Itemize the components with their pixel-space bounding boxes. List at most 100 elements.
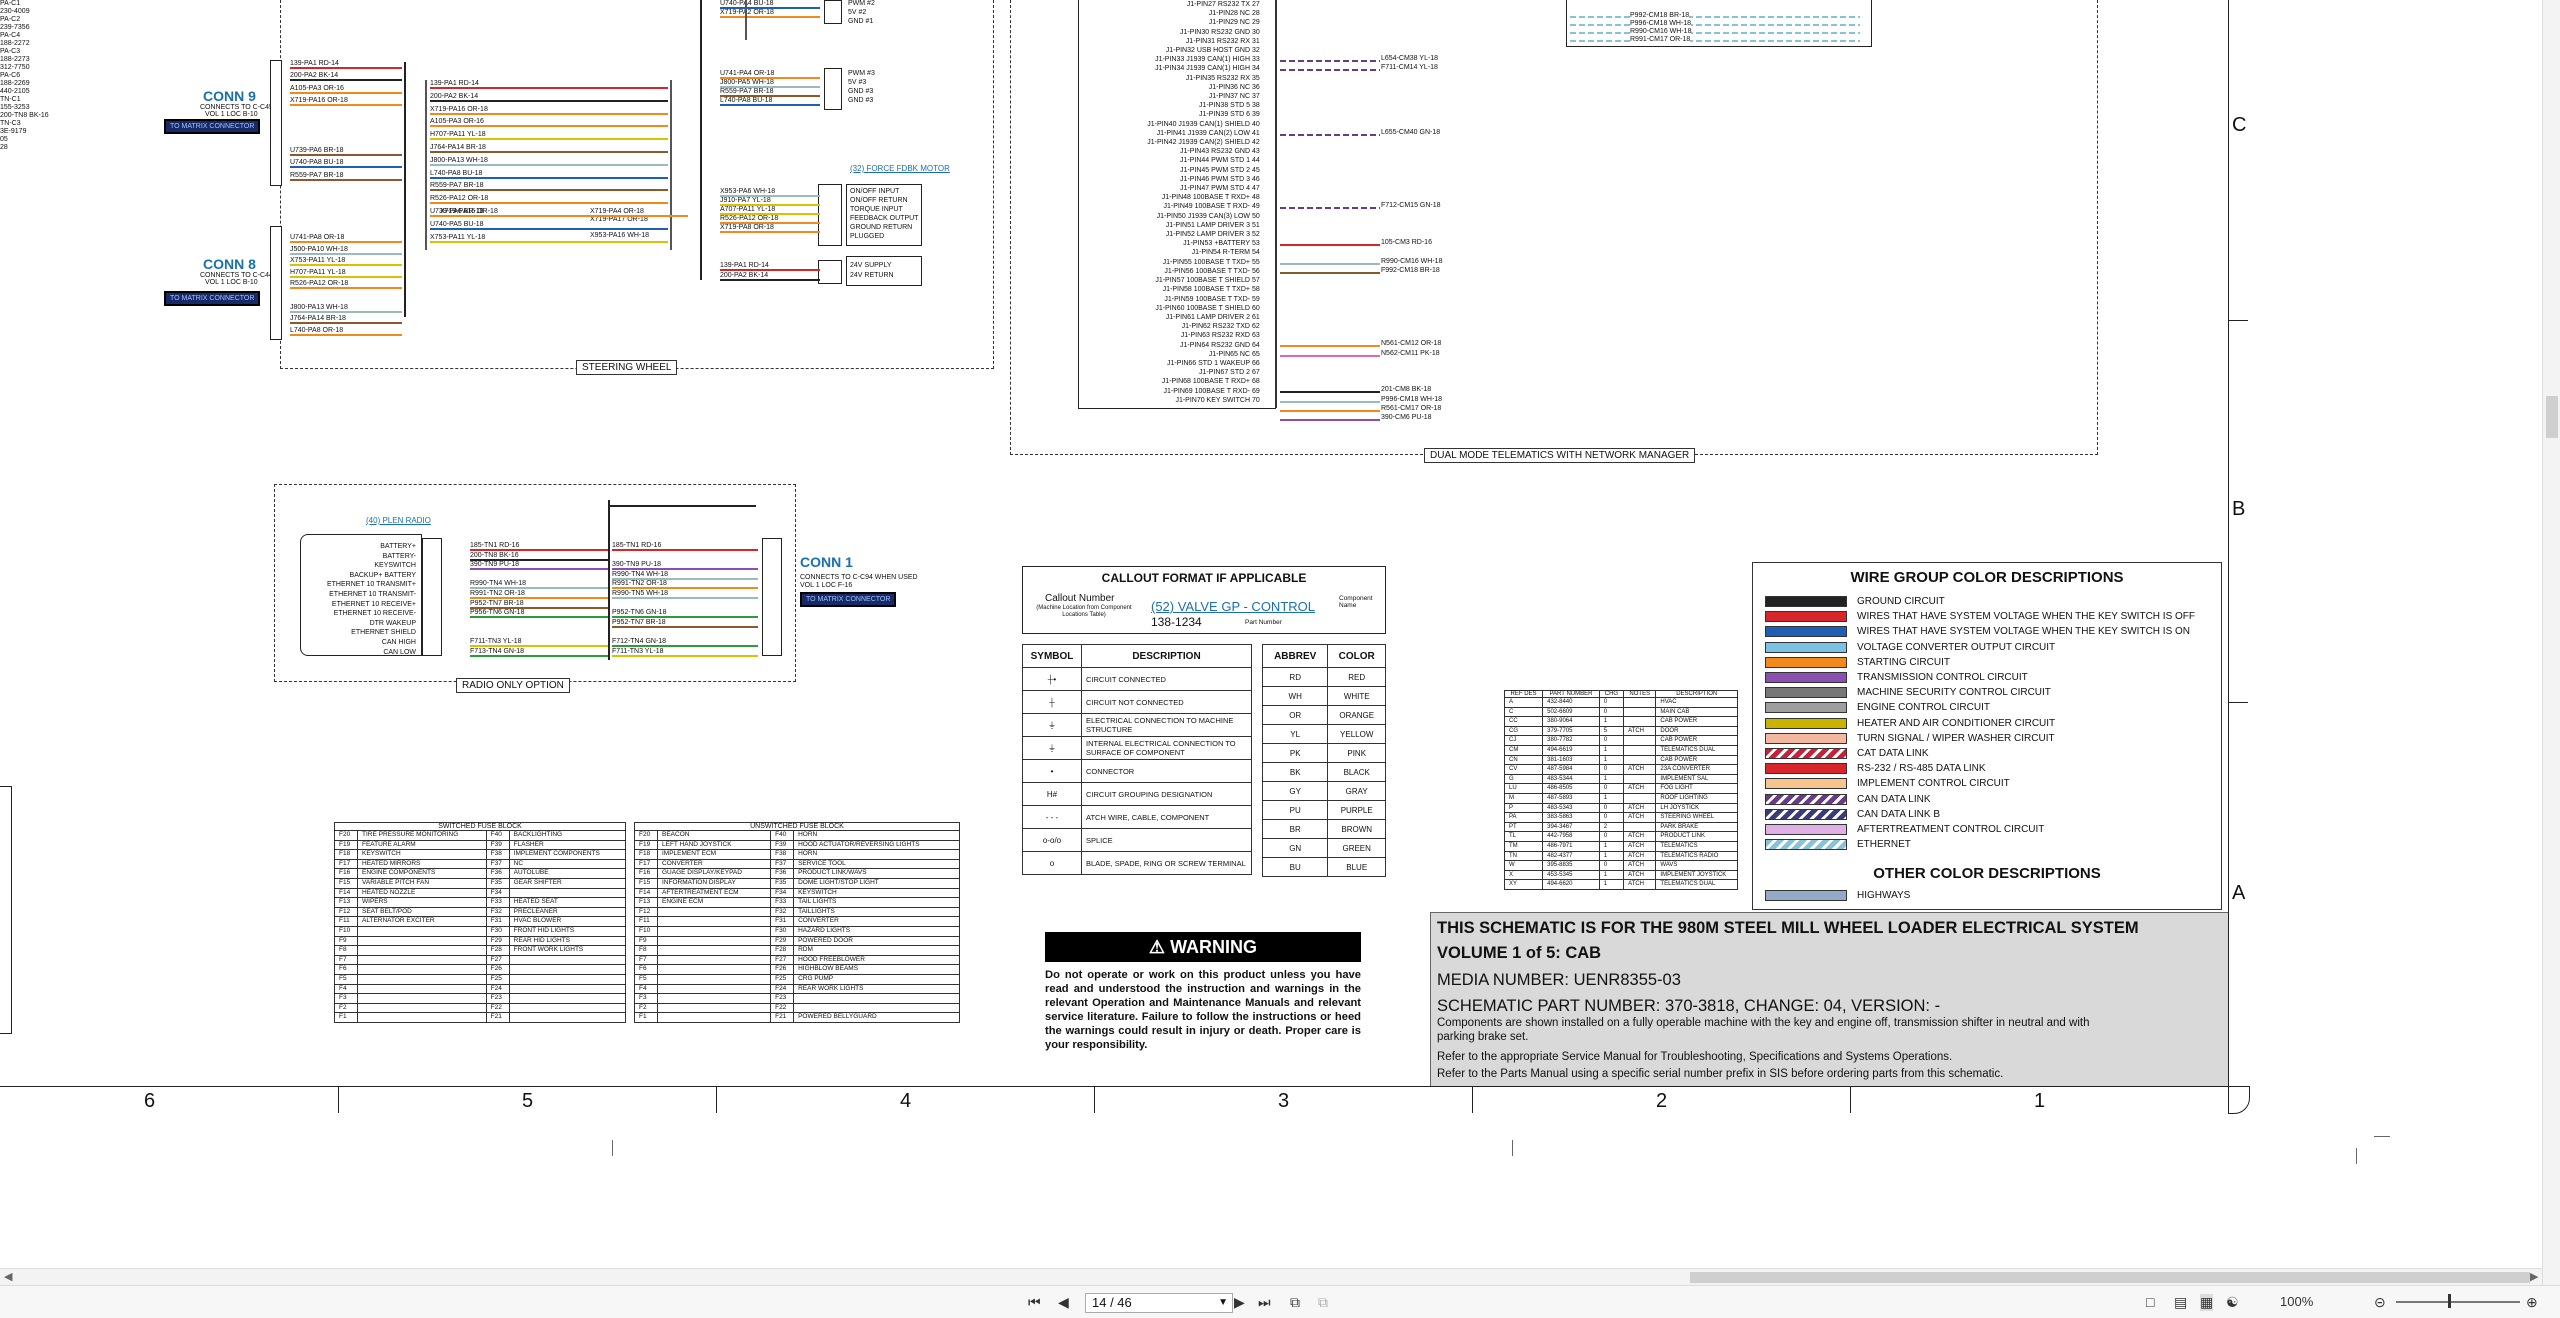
wire-group-row: AFTERTREATMENT CONTROL CIRCUIT xyxy=(1765,823,2044,836)
force-feedback-motor-link[interactable]: (32) FORCE FDBK MOTOR xyxy=(850,164,950,174)
two-page-view-icon[interactable]: ▦ xyxy=(2200,1294,2214,1311)
horizontal-scrollbar[interactable]: ◀ ▶ xyxy=(0,1268,2542,1286)
telematics-pin: J1-PIN64 RS232 GND xyxy=(1179,341,1250,349)
wire-line xyxy=(720,104,820,106)
fuse-id: F26 xyxy=(485,964,510,975)
other-color-label: HIGHWAYS xyxy=(1857,890,1911,901)
scroll-left-arrow-icon[interactable]: ◀ xyxy=(4,1270,12,1283)
zoom-slider[interactable] xyxy=(2396,1301,2520,1303)
ref-cell: 0 xyxy=(1598,764,1625,775)
copy-page-icon[interactable]: ⧉ xyxy=(1290,1294,1300,1311)
abbrev-code: GY xyxy=(1261,781,1329,801)
conn8-matrix-link[interactable]: TO MATRIX CONNECTOR xyxy=(164,291,261,306)
telematics-pin: J1-PIN53 +BATTERY xyxy=(1183,240,1250,248)
telematics-pin-numbers: 27 28 29 30 31 32 33 34 35 36 37 38 39 40 41 42 43 44 45 46… xyxy=(1252,0,1270,405)
telematics-pin-number: 54 xyxy=(1252,249,1260,257)
radio-pin: ETHERNET 10 RECEIVE+ xyxy=(331,600,416,608)
zoom-slider-handle[interactable] xyxy=(2448,1294,2451,1308)
zoom-out-icon[interactable]: ⊝ xyxy=(2374,1294,2386,1311)
fit-view-icon[interactable]: ☯ xyxy=(2226,1294,2239,1311)
wire-label: P996-CM18 WH-18 xyxy=(1630,20,1692,28)
conn9-matrix-link[interactable]: TO MATRIX CONNECTOR xyxy=(164,119,261,134)
next-page-icon[interactable]: ▶ xyxy=(1234,1294,1245,1311)
single-page-view-icon[interactable]: □ xyxy=(2146,1294,2154,1310)
scroll-thumb[interactable] xyxy=(1690,1272,2530,1283)
first-page-icon[interactable]: ⏮ xyxy=(1028,1294,1041,1311)
radio-pin: CAN HIGH xyxy=(381,639,416,646)
fuse-description xyxy=(656,906,772,918)
abbrev-color: PINK xyxy=(1327,743,1386,763)
radio-component-link[interactable]: (40) PLEN RADIO xyxy=(366,516,431,526)
wire-label: F712-CM15 GN-18 xyxy=(1380,202,1442,211)
scroll-right-arrow-icon[interactable]: ▶ xyxy=(2530,1270,2538,1283)
fuse-description xyxy=(656,945,772,956)
telematics-pin-number: 52 xyxy=(1252,231,1260,239)
telematics-pin: J1-PIN57 100BASE T SHIELD xyxy=(1155,277,1250,285)
zoom-in-icon[interactable]: ⊕ xyxy=(2526,1294,2538,1311)
wire-color-swatch xyxy=(1765,890,1847,901)
wire-line xyxy=(720,16,820,18)
wire-group-label: MACHINE SECURITY CONTROL CIRCUIT xyxy=(1857,687,2051,699)
wire-line xyxy=(612,549,758,551)
last-page-icon[interactable]: ⏭ xyxy=(1258,1294,1271,1311)
wire-label: N561-CM12 OR-18 xyxy=(1380,340,1443,349)
scroll-thumb[interactable] xyxy=(2546,396,2558,438)
symbol-row: o BLADE, SPADE, RING OR SCREW TERMINAL xyxy=(1022,851,1252,875)
page-marker xyxy=(612,1140,613,1156)
conn1-matrix-link[interactable]: TO MATRIX CONNECTOR xyxy=(800,592,897,607)
ref-cell: TELEMATICS RADIO xyxy=(1655,850,1738,862)
fuse-id: F5 xyxy=(634,973,658,985)
ref-cell xyxy=(1623,744,1657,756)
telematics-pin: J1-PIN50 J1939 CAN(3) LOW xyxy=(1156,212,1250,220)
ref-row: CM 494-6619 1 TELEMATICS DUAL xyxy=(1503,744,1738,756)
zoom-level[interactable]: 100% xyxy=(2280,1294,2313,1309)
ref-cell: C xyxy=(1503,706,1544,718)
telematics-top-wire xyxy=(1570,24,1860,26)
fuse-row: F7 F27 xyxy=(334,954,627,966)
radio-pin: ETHERNET 10 RECEIVE- xyxy=(333,610,416,618)
wire-label: L654-CM38 YL-18 xyxy=(1380,55,1440,64)
pin-label: TORQUE INPUT xyxy=(850,206,903,213)
fuse-id: F21 xyxy=(485,1012,510,1023)
fuse-id: F4 xyxy=(334,983,358,995)
telematics-pin-number: 43 xyxy=(1252,148,1260,156)
fuse-id: F26 xyxy=(770,964,795,975)
wire-line xyxy=(290,241,402,243)
fuse-description: HVAC BLOWER xyxy=(508,916,627,927)
ref-cell: XY xyxy=(1503,879,1544,890)
telematics-top-wire xyxy=(1570,32,1860,34)
previous-page-icon[interactable]: ◀ xyxy=(1058,1294,1069,1311)
ref-cell: 483-5343 xyxy=(1542,802,1600,814)
fuse-description: CONVERTER xyxy=(793,916,960,927)
ref-cell: ATCH xyxy=(1623,860,1657,871)
zone-divider xyxy=(716,1087,717,1113)
ref-cell: CC xyxy=(1503,716,1544,727)
ref-cell: 0 xyxy=(1598,802,1625,814)
fuse-row: F15 INFORMATION DISPLAY F35 DOME LIGHT/STOP… xyxy=(634,877,960,889)
callout-example[interactable]: (52) VALVE GP - CONTROL xyxy=(1151,599,1315,614)
ref-cell: 23A CONVERTER xyxy=(1655,764,1738,775)
page-number-input[interactable]: 14 / 46 ▼ xyxy=(1085,1293,1233,1313)
ref-cell: 5 xyxy=(1598,725,1625,737)
ref-row: TN 482-4377 1 ATCH TELEMATICS RADIO xyxy=(1503,850,1738,862)
continuous-view-icon[interactable]: ▤ xyxy=(2174,1294,2187,1311)
fuse-description: TIRE PRESSURE MONITORING xyxy=(357,830,487,841)
wire-group-label: TRANSMISSION CONTROL CIRCUIT xyxy=(1857,672,2028,683)
telematics-pin-number: 27 xyxy=(1252,1,1260,8)
page-view-icon[interactable]: ⧉ xyxy=(1318,1294,1328,1311)
fuse-description: CRG PUMP xyxy=(793,973,960,985)
wire-line xyxy=(290,153,402,156)
fuse-description xyxy=(357,1012,487,1023)
wire-label: R561-CM17 OR-18 xyxy=(1380,404,1443,413)
vertical-scrollbar[interactable] xyxy=(2542,0,2560,1285)
fuse-id: F8 xyxy=(634,945,658,956)
fuse-row: F14 AFTERTREATMENT ECM F34 KEYSWITCH xyxy=(634,887,960,899)
ref-row: PT 394-3467 2 PARK BRAKE xyxy=(1503,821,1738,833)
wire-group-row: CAN DATA LINK xyxy=(1765,793,1931,806)
fuse-id: F32 xyxy=(770,906,795,918)
chevron-down-icon[interactable]: ▼ xyxy=(1218,1294,1228,1312)
ref-cell xyxy=(1623,706,1657,718)
abbrev-code: OR xyxy=(1261,705,1329,725)
wire-label: 105-CM3 RD-16 xyxy=(1380,239,1433,248)
fuse-description: SERVICE TOOL xyxy=(793,858,960,870)
